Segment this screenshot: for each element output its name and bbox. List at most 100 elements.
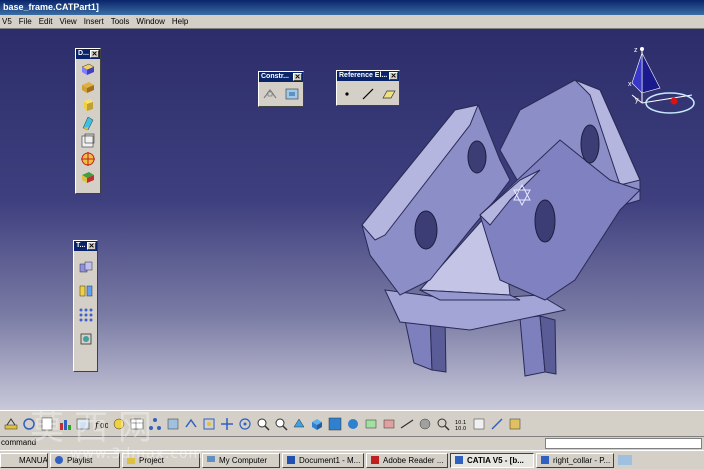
- sketch-icon[interactable]: [4, 417, 18, 431]
- toolbar-d-title: D...: [78, 50, 89, 57]
- taskbar-item-label: My Computer: [219, 455, 268, 465]
- mirror-icon[interactable]: [78, 283, 94, 299]
- knowledge-icon[interactable]: [112, 417, 126, 431]
- compass-handle-icon[interactable]: [670, 97, 678, 105]
- computer-icon: [207, 456, 215, 462]
- catalog-icon[interactable]: [508, 417, 522, 431]
- multi-pad-icon[interactable]: [80, 133, 96, 149]
- 3d-viewport[interactable]: z x y D... ✕ T... ✕ Constr... ✕ Reference E…: [0, 29, 704, 410]
- taskbar-item-2[interactable]: Project: [122, 452, 200, 468]
- formula-icon[interactable]: f 00: [94, 417, 108, 431]
- pan-icon[interactable]: [220, 417, 234, 431]
- compass-x-label: x: [628, 81, 632, 88]
- menu-bar: V5 File Edit View Insert Tools Window He…: [0, 15, 704, 29]
- media-icon: [55, 456, 63, 464]
- zoom-in-icon[interactable]: [256, 417, 270, 431]
- update-icon[interactable]: [22, 417, 36, 431]
- close-icon[interactable]: ✕: [90, 50, 99, 58]
- multi-view-icon[interactable]: [328, 417, 342, 431]
- menu-window[interactable]: Window: [136, 17, 164, 26]
- close-icon[interactable]: ✕: [293, 73, 302, 81]
- close-icon[interactable]: ✕: [389, 72, 398, 80]
- taskbar-item-6[interactable]: CATIA V5 - [b...: [450, 452, 534, 468]
- translation-icon[interactable]: [78, 259, 94, 275]
- plane-icon[interactable]: [381, 86, 397, 102]
- chart-icon[interactable]: [58, 417, 72, 431]
- bottom-toolbar: f 00 10.1 10.0: [0, 410, 704, 436]
- close-icon[interactable]: ✕: [87, 242, 96, 250]
- pattern-icon[interactable]: [78, 307, 94, 323]
- shaft-icon[interactable]: [80, 97, 96, 113]
- taskbar-item-0[interactable]: MANUAL.pdf: [0, 452, 48, 468]
- scaling-icon[interactable]: [78, 331, 94, 347]
- taskbar-item-label: Document1 - M...: [299, 455, 361, 465]
- hide-show-icon[interactable]: [364, 417, 378, 431]
- taskbar-item-label: Project: [139, 455, 164, 465]
- toolbar-d: D... ✕: [75, 48, 101, 194]
- parameters-icon[interactable]: [166, 417, 180, 431]
- analysis-icon[interactable]: [76, 417, 90, 431]
- rotate-icon[interactable]: [238, 417, 252, 431]
- swap-visible-icon[interactable]: [382, 417, 396, 431]
- taskbar-item-4[interactable]: Document1 - M...: [282, 452, 364, 468]
- pocket-icon[interactable]: [80, 79, 96, 95]
- point-icon[interactable]: [339, 86, 355, 102]
- menu-file[interactable]: File: [19, 17, 32, 26]
- doc-icon[interactable]: [40, 417, 54, 431]
- shading-icon[interactable]: [346, 417, 360, 431]
- menu-v5[interactable]: V5: [2, 17, 12, 26]
- svg-text:10.0: 10.0: [455, 426, 466, 431]
- hole-front-lower: [414, 210, 438, 250]
- constraint-defined-icon[interactable]: [284, 86, 300, 102]
- tree-icon[interactable]: [148, 417, 162, 431]
- pdf-icon: [371, 456, 379, 464]
- table-icon[interactable]: [130, 417, 144, 431]
- taskbar-item-label: right_collar - P...: [553, 455, 611, 465]
- menu-view[interactable]: View: [59, 17, 76, 26]
- solid-combine-icon[interactable]: [80, 169, 96, 185]
- menu-edit[interactable]: Edit: [39, 17, 53, 26]
- hole-mid: [534, 199, 556, 243]
- search-icon[interactable]: [436, 417, 450, 431]
- folder-icon: [127, 458, 135, 464]
- menu-insert[interactable]: Insert: [84, 17, 104, 26]
- apply-material-icon[interactable]: [418, 417, 432, 431]
- toolbar-t-title: T...: [76, 242, 86, 249]
- taskbar: MANUAL.pdf Playlist Project My Computer …: [0, 450, 704, 469]
- pad-icon[interactable]: [80, 61, 96, 77]
- tray-icon[interactable]: [616, 453, 634, 467]
- menu-tools[interactable]: Tools: [111, 17, 130, 26]
- toolbar-reference-title: Reference El...: [339, 72, 388, 79]
- toolbar-constraints: Constr... ✕: [258, 71, 304, 107]
- properties-icon[interactable]: [472, 417, 486, 431]
- iso-view-icon[interactable]: [310, 417, 324, 431]
- zoom-out-icon[interactable]: [274, 417, 288, 431]
- unit-icon[interactable]: 10.110.0: [454, 417, 468, 431]
- svg-text:00: 00: [100, 422, 108, 430]
- taskbar-item-7[interactable]: right_collar - P...: [536, 452, 614, 468]
- compass-icon[interactable]: [622, 43, 700, 123]
- constraint-icon[interactable]: [262, 86, 278, 102]
- word-icon: [287, 456, 295, 464]
- normal-view-icon[interactable]: [292, 417, 306, 431]
- toolbar-t: T... ✕: [73, 240, 98, 372]
- hole-icon[interactable]: [80, 151, 96, 167]
- snap-icon[interactable]: [490, 417, 504, 431]
- line-icon[interactable]: [360, 86, 376, 102]
- taskbar-item-5[interactable]: Adobe Reader ...: [366, 452, 448, 468]
- compass-y-label: y: [635, 97, 639, 104]
- toolbar-reference-elements: Reference El... ✕: [336, 70, 400, 106]
- measure-icon[interactable]: [400, 417, 414, 431]
- compass-z-label: z: [634, 47, 638, 54]
- taskbar-item-1[interactable]: Playlist: [50, 452, 120, 468]
- menu-help[interactable]: Help: [172, 17, 188, 26]
- command-bar: command: [0, 436, 704, 450]
- command-input[interactable]: [545, 438, 702, 449]
- command-label: command: [1, 438, 37, 447]
- taskbar-item-label: Adobe Reader ...: [383, 455, 444, 465]
- fit-all-icon[interactable]: [202, 417, 216, 431]
- taskbar-item-3[interactable]: My Computer: [202, 452, 280, 468]
- fly-icon[interactable]: [184, 417, 198, 431]
- hole-front-upper: [467, 140, 487, 174]
- rib-icon[interactable]: [80, 115, 96, 131]
